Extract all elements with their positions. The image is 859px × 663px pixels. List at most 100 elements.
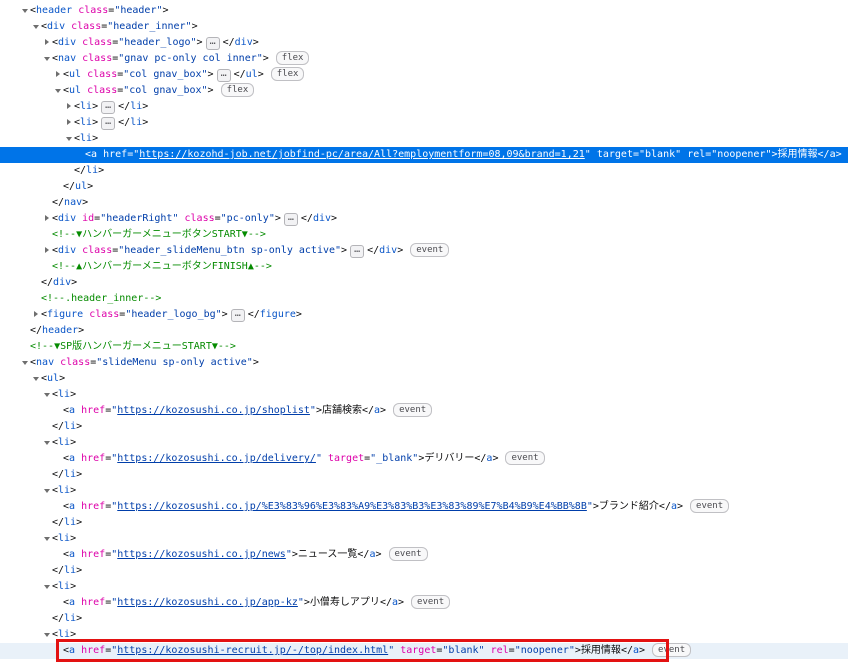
tree-row[interactable]: </div>	[0, 275, 848, 291]
attribute-link-url[interactable]: https://kozosushi.co.jp/%E3%83%96%E3%83%…	[117, 501, 587, 512]
flex-badge[interactable]: flex	[271, 67, 305, 81]
code-token-tag: div	[58, 245, 76, 256]
tree-row[interactable]: </li>	[0, 163, 848, 179]
collapse-arrow-icon[interactable]	[44, 579, 52, 595]
collapse-arrow-icon[interactable]	[22, 3, 30, 19]
code-token-p: </	[63, 181, 75, 192]
expand-arrow-icon[interactable]	[66, 115, 74, 131]
tree-row[interactable]: <li>	[0, 435, 848, 451]
code-token-txt: ニュース一覧	[298, 549, 358, 560]
tree-row[interactable]: <a href="https://kozosushi.co.jp/%E3%83%…	[0, 499, 848, 515]
tree-row[interactable]: <li>	[0, 627, 848, 643]
tree-row-selected[interactable]: <a href="https://kozohd-job.net/jobfind-…	[0, 147, 848, 163]
devtools-markup-tree: <header class="header"><div class="heade…	[0, 0, 848, 659]
tree-row[interactable]: <!--▲ハンバーガーメニューボタンFINISH▲-->	[0, 259, 848, 275]
tree-row[interactable]: <figure class="header_logo_bg">…</figure…	[0, 307, 848, 323]
collapse-arrow-icon[interactable]	[33, 19, 41, 35]
attribute-link-url[interactable]: https://kozosushi-recruit.jp/-/top/index…	[117, 645, 388, 656]
tree-row[interactable]: <div class="header_inner">	[0, 19, 848, 35]
tree-row[interactable]: <a href="https://kozosushi.co.jp/app-kz"…	[0, 595, 848, 611]
collapse-arrow-icon[interactable]	[44, 51, 52, 67]
event-badge[interactable]: event	[411, 595, 450, 609]
tree-row[interactable]: <li>	[0, 531, 848, 547]
expand-arrow-icon[interactable]	[44, 35, 52, 51]
code-token-p: >	[253, 37, 259, 48]
code-token-p: </	[367, 245, 379, 256]
event-badge[interactable]: event	[652, 643, 691, 657]
attribute-link-url[interactable]: https://kozosushi.co.jp/shoplist	[117, 405, 310, 416]
tree-row[interactable]: <a href="https://kozosushi.co.jp/deliver…	[0, 451, 848, 467]
collapse-arrow-icon[interactable]	[44, 483, 52, 499]
collapse-arrow-icon[interactable]	[33, 371, 41, 387]
tree-row[interactable]: <ul class="col gnav_box">…</ul>flex	[0, 67, 848, 83]
tree-row[interactable]: <div class="header_logo">…</div>	[0, 35, 848, 51]
tree-row[interactable]: <header class="header">	[0, 3, 848, 19]
code-token-tag: li	[86, 165, 98, 176]
event-badge[interactable]: event	[505, 451, 544, 465]
code-token-val: "col gnav_box"	[123, 85, 207, 96]
tree-row[interactable]: <a href="https://kozosushi-recruit.jp/-/…	[0, 643, 848, 659]
tree-row[interactable]: <nav class="slideMenu sp-only active">	[0, 355, 848, 371]
collapse-arrow-icon[interactable]	[22, 355, 30, 371]
collapse-arrow-icon[interactable]	[44, 435, 52, 451]
inline-expander-ellipsis-icon[interactable]: …	[231, 309, 245, 322]
flex-badge[interactable]: flex	[221, 83, 255, 97]
tree-row[interactable]: <a href="https://kozosushi.co.jp/news">ニ…	[0, 547, 848, 563]
collapse-arrow-icon[interactable]	[44, 627, 52, 643]
tree-row[interactable]: <li>	[0, 131, 848, 147]
tree-row[interactable]: <a href="https://kozosushi.co.jp/shoplis…	[0, 403, 848, 419]
inline-expander-ellipsis-icon[interactable]: …	[350, 245, 364, 258]
tree-row[interactable]: </li>	[0, 611, 848, 627]
tree-row[interactable]: </ul>	[0, 179, 848, 195]
attribute-link-url[interactable]: https://kozosushi.co.jp/delivery/	[117, 453, 316, 464]
inline-expander-ellipsis-icon[interactable]: …	[284, 213, 298, 226]
inline-expander-ellipsis-icon[interactable]: …	[217, 69, 231, 82]
code-token-p: </	[52, 565, 64, 576]
inline-expander-ellipsis-icon[interactable]: …	[206, 37, 220, 50]
tree-row[interactable]: <!--.header_inner-->	[0, 291, 848, 307]
tree-row[interactable]: </nav>	[0, 195, 848, 211]
code-token-attr: class	[71, 21, 101, 32]
tree-row[interactable]: <li>…</li>	[0, 99, 848, 115]
event-badge[interactable]: event	[410, 243, 449, 257]
tree-row[interactable]: <li>	[0, 483, 848, 499]
collapse-arrow-icon[interactable]	[44, 387, 52, 403]
tree-row[interactable]: <li>	[0, 387, 848, 403]
event-badge[interactable]: event	[393, 403, 432, 417]
event-badge[interactable]: event	[389, 547, 428, 561]
collapse-arrow-icon[interactable]	[55, 83, 63, 99]
tree-row[interactable]: <!--▼ハンバーガーメニューボタンSTART▼-->	[0, 227, 848, 243]
tree-row[interactable]: </li>	[0, 515, 848, 531]
tree-row[interactable]: <ul>	[0, 371, 848, 387]
tree-row[interactable]: <!--▼SP版ハンバーガーメニューSTART▼-->	[0, 339, 848, 355]
code-token-p: </	[52, 197, 64, 208]
inline-expander-ellipsis-icon[interactable]: …	[101, 117, 115, 130]
attribute-link-url[interactable]: https://kozohd-job.net/jobfind-pc/area/A…	[139, 149, 585, 160]
tree-row[interactable]: <div class="header_slideMenu_btn sp-only…	[0, 243, 848, 259]
tree-row[interactable]: <li>	[0, 579, 848, 595]
expand-arrow-icon[interactable]	[33, 307, 41, 323]
expand-arrow-icon[interactable]	[44, 243, 52, 259]
tree-row[interactable]: </li>	[0, 467, 848, 483]
event-badge[interactable]: event	[690, 499, 729, 513]
flex-badge[interactable]: flex	[276, 51, 310, 65]
tree-row[interactable]: <ul class="col gnav_box">flex	[0, 83, 848, 99]
code-token-attr: class	[60, 357, 90, 368]
attribute-link-url[interactable]: https://kozosushi.co.jp/app-kz	[117, 597, 298, 608]
tree-row[interactable]: <li>…</li>	[0, 115, 848, 131]
tree-row[interactable]: <nav class="gnav pc-only col inner">flex	[0, 51, 848, 67]
tree-row[interactable]: </header>	[0, 323, 848, 339]
code-token-attr: href	[81, 453, 105, 464]
inline-expander-ellipsis-icon[interactable]: …	[101, 101, 115, 114]
expand-arrow-icon[interactable]	[44, 211, 52, 227]
collapse-arrow-icon[interactable]	[66, 131, 74, 147]
tree-row[interactable]: <div id="headerRight" class="pc-only">…<…	[0, 211, 848, 227]
collapse-arrow-icon[interactable]	[44, 531, 52, 547]
expand-arrow-icon[interactable]	[55, 67, 63, 83]
tree-row[interactable]: </li>	[0, 563, 848, 579]
code-token-p: >	[59, 373, 65, 384]
tree-row[interactable]: </li>	[0, 419, 848, 435]
expand-arrow-icon[interactable]	[66, 99, 74, 115]
code-token-tag: li	[130, 117, 142, 128]
attribute-link-url[interactable]: https://kozosushi.co.jp/news	[117, 549, 286, 560]
